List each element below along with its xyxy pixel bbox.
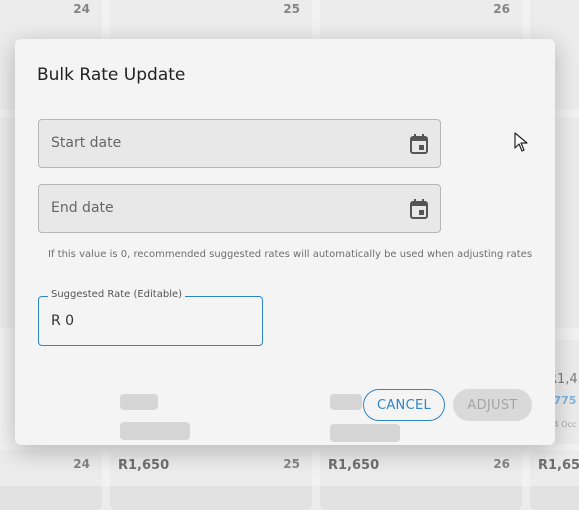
calendar-icon[interactable] xyxy=(410,199,428,219)
ghost-shape xyxy=(120,394,158,410)
adjust-button[interactable]: ADJUST xyxy=(453,389,532,421)
suggested-rate-helper-text: If this value is 0, recommended suggeste… xyxy=(48,249,533,260)
start-date-placeholder: Start date xyxy=(51,135,122,151)
bulk-rate-update-dialog: Bulk Rate Update Start date End date If … xyxy=(15,39,555,445)
ghost-shape xyxy=(120,422,190,440)
end-date-field[interactable]: End date xyxy=(38,184,441,233)
calendar-icon[interactable] xyxy=(410,134,428,154)
start-date-field[interactable]: Start date xyxy=(38,119,441,168)
suggested-rate-field[interactable]: Suggested Rate (Editable) R 0 xyxy=(38,289,263,346)
dialog-title: Bulk Rate Update xyxy=(37,65,186,85)
cancel-button[interactable]: CANCEL xyxy=(363,389,445,421)
mouse-cursor-icon xyxy=(514,132,528,152)
suggested-rate-value[interactable]: R 0 xyxy=(51,313,74,329)
ghost-shape xyxy=(330,424,400,442)
end-date-placeholder: End date xyxy=(51,200,114,216)
ghost-shape xyxy=(330,394,362,410)
suggested-rate-label: Suggested Rate (Editable) xyxy=(48,289,186,300)
